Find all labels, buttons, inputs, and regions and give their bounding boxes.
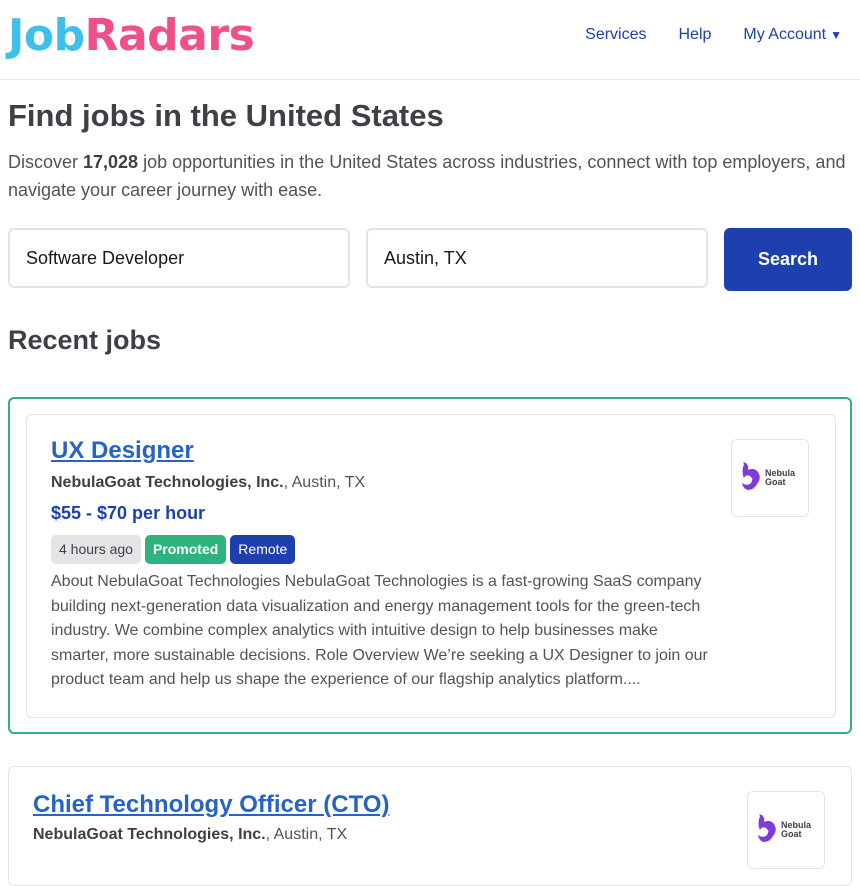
company-logo: Nebula Goat bbox=[740, 460, 795, 496]
logo-text-line2: Goat bbox=[765, 477, 786, 487]
main-nav: Services Help My Account ▼ bbox=[585, 26, 842, 44]
search-button[interactable]: Search bbox=[724, 228, 852, 291]
goat-icon bbox=[742, 462, 760, 490]
company-logo-text: Nebula Goat bbox=[764, 469, 795, 487]
company-logo-text: Nebula Goat bbox=[780, 821, 811, 839]
nav-my-account-menu[interactable]: My Account ▼ bbox=[743, 26, 842, 44]
promoted-job-card: UX Designer NebulaGoat Technologies, Inc… bbox=[8, 397, 852, 734]
posted-time-badge: 4 hours ago bbox=[51, 535, 141, 564]
job-card[interactable]: UX Designer NebulaGoat Technologies, Inc… bbox=[26, 414, 836, 718]
location-search-input[interactable] bbox=[366, 228, 708, 288]
promoted-badge: Promoted bbox=[144, 535, 227, 564]
job-location: , Austin, TX bbox=[265, 826, 348, 843]
company-logo-box[interactable]: Nebula Goat bbox=[747, 791, 825, 869]
company-logo-box[interactable]: Nebula Goat bbox=[731, 439, 809, 517]
job-card[interactable]: Chief Technology Officer (CTO) NebulaGoa… bbox=[8, 766, 852, 886]
intro-prefix: Discover bbox=[8, 152, 84, 172]
remote-badge: Remote bbox=[230, 535, 296, 564]
nav-services-link[interactable]: Services bbox=[585, 26, 646, 44]
page-intro: Discover 17,028 job opportunities in the… bbox=[8, 148, 858, 204]
keyword-search-input[interactable] bbox=[8, 228, 350, 288]
logo-text-radars: Radars bbox=[84, 10, 255, 61]
logo-text-line2: Goat bbox=[781, 829, 802, 839]
recent-jobs-heading: Recent jobs bbox=[8, 325, 162, 355]
job-company-name: NebulaGoat Technologies, Inc. bbox=[51, 474, 284, 491]
site-header: JobRadars Services Help My Account ▼ bbox=[0, 0, 860, 80]
job-badges: 4 hours ago Promoted Remote bbox=[51, 535, 296, 564]
job-company-location: NebulaGoat Technologies, Inc., Austin, T… bbox=[33, 826, 347, 844]
job-title-link[interactable]: Chief Technology Officer (CTO) bbox=[33, 791, 389, 819]
company-logo: Nebula Goat bbox=[756, 812, 811, 848]
nav-help-link[interactable]: Help bbox=[679, 26, 712, 44]
logo-text-job: Job bbox=[8, 10, 85, 61]
job-company-name: NebulaGoat Technologies, Inc. bbox=[33, 826, 266, 843]
page-title: Find jobs in the United States bbox=[8, 98, 444, 133]
job-location: , Austin, TX bbox=[283, 474, 366, 491]
site-logo[interactable]: JobRadars bbox=[8, 7, 255, 65]
job-description: About NebulaGoat Technologies NebulaGoat… bbox=[51, 573, 708, 688]
job-count: 17,028 bbox=[83, 152, 139, 172]
goat-icon bbox=[758, 814, 776, 842]
chevron-down-icon: ▼ bbox=[830, 28, 842, 42]
job-company-location: NebulaGoat Technologies, Inc., Austin, T… bbox=[51, 474, 365, 492]
nav-my-account-label: My Account bbox=[743, 26, 827, 43]
job-salary: $55 - $70 per hour bbox=[51, 503, 206, 523]
job-title-link[interactable]: UX Designer bbox=[51, 437, 194, 465]
